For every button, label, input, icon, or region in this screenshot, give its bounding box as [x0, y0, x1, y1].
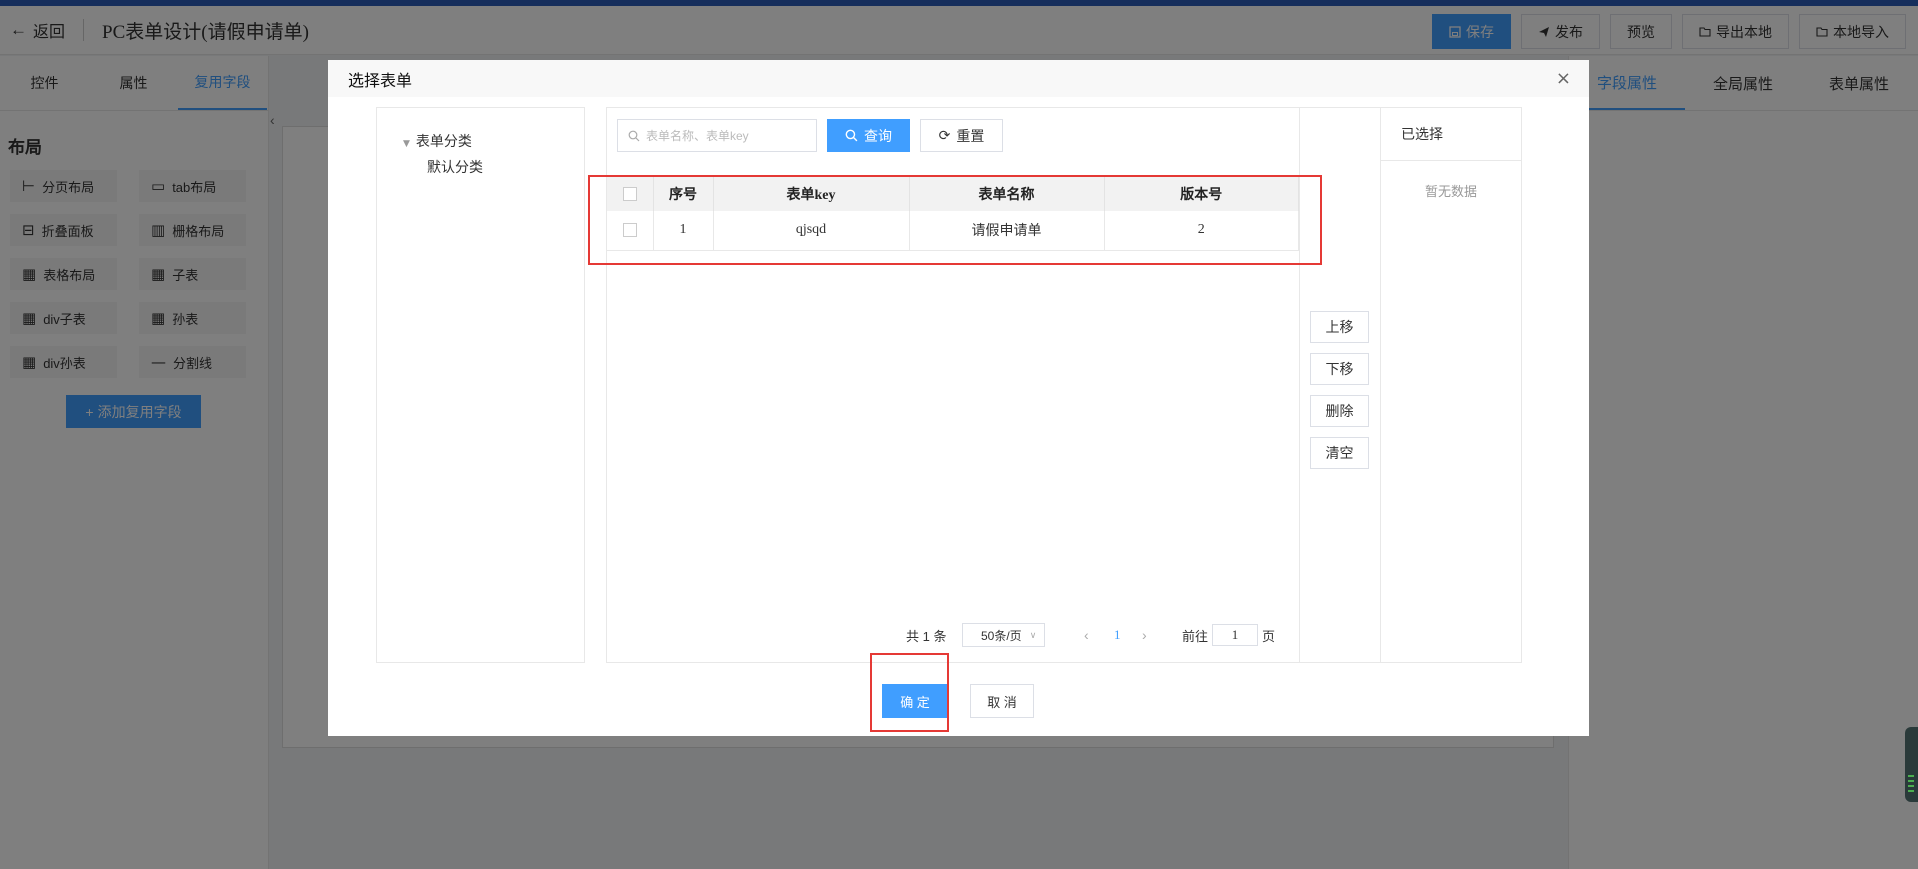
delete-button[interactable]: 删除 — [1310, 395, 1369, 427]
next-page-icon[interactable]: › — [1142, 623, 1147, 647]
confirm-button[interactable]: 确 定 — [882, 684, 948, 718]
goto-suffix: 页 — [1262, 628, 1276, 644]
column-header: 序号 — [653, 177, 714, 211]
page-size-select[interactable]: 50条/页 ∨ — [962, 623, 1046, 647]
order-operations: 上移 下移 删除 清空 — [1300, 107, 1380, 663]
category-tree: ▼ 表单分类 默认分类 — [376, 107, 585, 663]
column-header: 表单key — [713, 177, 910, 211]
tree-node-label: 表单分类 — [415, 133, 472, 149]
query-button[interactable]: 查询 — [827, 119, 910, 152]
goto-page-input[interactable]: 1 — [1212, 624, 1259, 646]
tree-node-label: 默认分类 — [427, 159, 483, 175]
row-checkbox[interactable] — [622, 223, 637, 238]
cell-form-name: 请假申请单 — [909, 211, 1105, 251]
refresh-icon: ⟳ — [938, 127, 951, 144]
goto-page: 前往 1 页 — [1182, 623, 1275, 647]
select-all-checkbox[interactable] — [622, 186, 637, 201]
selected-title: 已选择 — [1381, 108, 1521, 161]
side-widget[interactable] — [1905, 727, 1918, 802]
dialog-title: 选择表单 — [348, 72, 413, 90]
row-select-cell — [607, 211, 654, 251]
form-table: 序号 表单key 表单名称 版本号 1 qjsqd 请假申请单 2 — [607, 177, 1299, 251]
table-header-row: 序号 表单key 表单名称 版本号 — [607, 177, 1299, 211]
goto-prefix: 前往 — [1182, 628, 1209, 644]
search-placeholder: 表单名称、表单key — [646, 129, 749, 143]
reset-button[interactable]: ⟳ 重置 — [920, 119, 1003, 152]
empty-text: 暂无数据 — [1424, 184, 1477, 199]
pagination: 共 1 条 50条/页 ∨ ‹ 1 › 前往 1 页 — [607, 623, 1299, 647]
tree-node-default[interactable]: 默认分类 — [427, 157, 483, 177]
search-icon — [845, 129, 858, 142]
cell-form-key: qjsqd — [713, 211, 910, 251]
page-size-label: 50条/页 — [981, 628, 1022, 643]
caret-down-icon: ▼ — [403, 139, 410, 149]
column-header: 表单名称 — [909, 177, 1105, 211]
column-header: 版本号 — [1104, 177, 1299, 211]
current-page[interactable]: 1 — [1114, 623, 1121, 647]
chevron-down-icon: ∨ — [1029, 629, 1037, 640]
tree-node-root[interactable]: ▼ 表单分类 — [403, 131, 472, 151]
prev-page-icon[interactable]: ‹ — [1084, 623, 1089, 647]
move-down-button[interactable]: 下移 — [1310, 353, 1369, 385]
clear-button[interactable]: 清空 — [1310, 437, 1369, 469]
dialog-header: 选择表单 × — [328, 60, 1589, 97]
form-list-panel: 表单名称、表单key 查询 ⟳ 重置 序号 表单key 表单名称 版本号 1 q… — [606, 107, 1300, 663]
selected-panel: 已选择 暂无数据 — [1380, 107, 1522, 663]
search-icon — [628, 130, 640, 141]
move-up-button[interactable]: 上移 — [1310, 311, 1369, 343]
reset-label: 重置 — [956, 127, 985, 144]
cell-index: 1 — [653, 211, 714, 251]
cancel-button[interactable]: 取 消 — [970, 684, 1034, 718]
total-count: 共 1 条 — [906, 628, 947, 644]
table-row[interactable]: 1 qjsqd 请假申请单 2 — [607, 211, 1299, 251]
cell-version: 2 — [1104, 211, 1299, 251]
search-input[interactable]: 表单名称、表单key — [617, 119, 817, 152]
close-icon[interactable]: × — [1556, 68, 1571, 89]
select-form-dialog: 选择表单 × ▼ 表单分类 默认分类 表单名称、表单key 查询 ⟳ 重置 序号… — [328, 60, 1589, 736]
query-label: 查询 — [864, 127, 892, 144]
select-all-header — [607, 177, 654, 211]
